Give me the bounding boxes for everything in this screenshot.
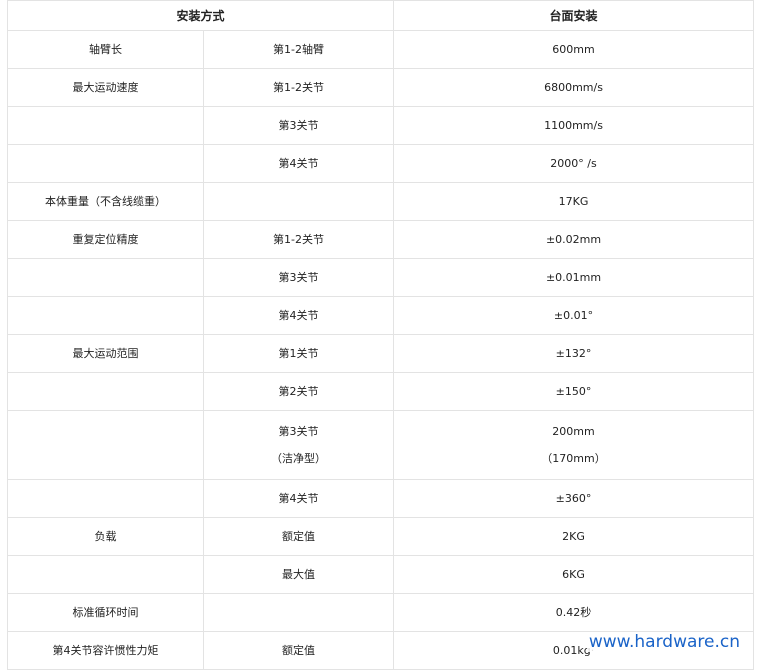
row-sub: 第1-2关节 (202, 68, 395, 107)
row-label (7, 296, 204, 335)
spec-table: 安装方式 台面安装 轴臂长 第1-2轴臂 600mm 最大运动速度 第1-2关节… (6, 0, 755, 670)
row-sub: 第1-2关节 (202, 220, 395, 259)
row-sub: 第4关节 (202, 479, 395, 518)
table-row: 标准循环时间 0.42秒 (7, 593, 755, 632)
row-value: ±0.02mm (393, 220, 755, 259)
row-value: 17KG (393, 182, 755, 221)
row-value: 6KG (393, 555, 755, 594)
table-row: 第4关节 2000° /s (7, 144, 755, 183)
row-value: ±150° (393, 372, 755, 411)
table-row: 最大运动速度 第1-2关节 6800mm/s (7, 68, 755, 107)
table-row: 第3关节 ±0.01mm (7, 258, 755, 297)
table-header-row: 安装方式 台面安装 (6, 0, 755, 31)
row-label: 本体重量（不含线缆重） (7, 182, 204, 221)
row-sub: 第4关节 (202, 296, 395, 335)
row-value: 2000° /s (393, 144, 755, 183)
row-sub: 额定值 (202, 517, 395, 556)
row-sub: 额定值 (202, 631, 395, 670)
row-label: 标准循环时间 (7, 593, 204, 632)
row-label (7, 258, 204, 297)
table-row: 本体重量（不含线缆重） 17KG (7, 182, 755, 221)
table-row: 第4关节 ±0.01° (7, 296, 755, 335)
row-value: ±0.01mm (393, 258, 755, 297)
table-row: 重复定位精度 第1-2关节 ±0.02mm (7, 220, 755, 259)
table-row: 第2关节 ±150° (7, 372, 755, 411)
row-value: 0.42秒 (393, 593, 755, 632)
row-value: ±360° (393, 479, 755, 518)
row-sub: 第3关节 (202, 106, 395, 145)
table-row: 最大运动范围 第1关节 ±132° (7, 334, 755, 373)
header-install-method: 安装方式 (6, 0, 395, 31)
row-label: 第4关节容许惯性力矩 (7, 631, 204, 670)
row-value-note: （170mm） (541, 451, 606, 465)
row-value: ±0.01° (393, 296, 755, 335)
row-sub: 第1关节 (202, 334, 395, 373)
row-label (7, 144, 204, 183)
row-sub-note: （洁净型） (271, 451, 326, 465)
row-sub: 第2关节 (202, 372, 395, 411)
row-value: 6800mm/s (393, 68, 755, 107)
row-sub: 第4关节 (202, 144, 395, 183)
row-value: 2KG (393, 517, 755, 556)
table-row: 第3关节 （洁净型） 200mm （170mm） (7, 410, 755, 480)
row-sub: 第1-2轴臂 (202, 30, 395, 69)
row-sub (202, 593, 395, 632)
row-label: 重复定位精度 (7, 220, 204, 259)
watermark-text: www.hardware.cn (586, 632, 742, 652)
row-value: ±132° (393, 334, 755, 373)
header-desktop-install: 台面安装 (393, 0, 755, 31)
row-label (7, 479, 204, 518)
row-value-cell: 200mm （170mm） (393, 410, 755, 480)
row-label: 最大运动范围 (7, 334, 204, 373)
table-row: 第4关节 ±360° (7, 479, 755, 518)
row-sub: 最大值 (202, 555, 395, 594)
row-sub: 第3关节 (202, 258, 395, 297)
row-sub-cell: 第3关节 （洁净型） (202, 410, 395, 480)
row-value: 200mm (552, 424, 595, 438)
row-label (7, 410, 204, 480)
table-row: 第3关节 1100mm/s (7, 106, 755, 145)
row-label: 最大运动速度 (7, 68, 204, 107)
row-label: 负载 (7, 517, 204, 556)
row-sub: 第3关节 (278, 424, 319, 438)
row-label: 轴臂长 (7, 30, 204, 69)
table-row: 最大值 6KG (7, 555, 755, 594)
row-sub (202, 182, 395, 221)
table-row: 负载 额定值 2KG (7, 517, 755, 556)
row-value: 600mm (393, 30, 755, 69)
row-value: 1100mm/s (393, 106, 755, 145)
row-label (7, 106, 204, 145)
row-label (7, 372, 204, 411)
row-label (7, 555, 204, 594)
table-row: 轴臂长 第1-2轴臂 600mm (7, 30, 755, 69)
